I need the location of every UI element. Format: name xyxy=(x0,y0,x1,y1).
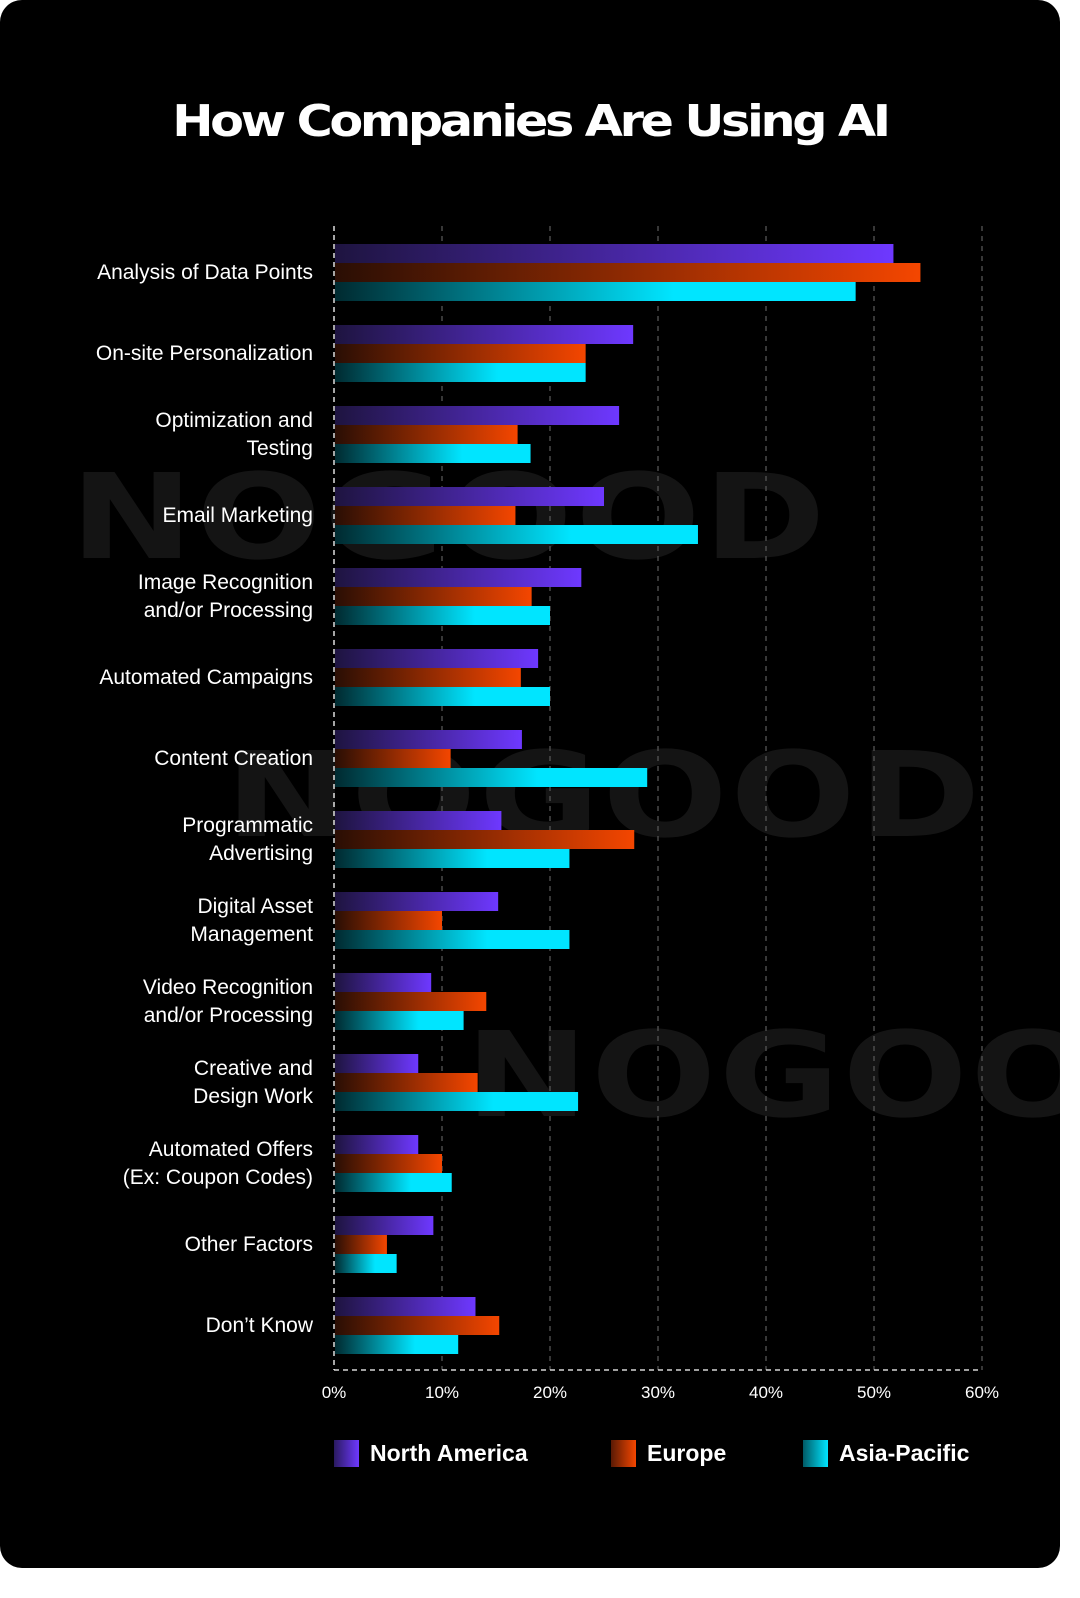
bar-asia-pacific xyxy=(335,1011,464,1030)
category-label: Optimization and Testing xyxy=(155,408,313,460)
category-label: Image Recognition and/or Processing xyxy=(137,570,313,622)
bar-north-america xyxy=(335,730,522,749)
bar-asia-pacific xyxy=(335,930,570,949)
category-label: Automated Campaigns xyxy=(99,665,313,689)
bar-north-america xyxy=(335,406,620,425)
category-label: On-site Personalization xyxy=(95,341,313,365)
bar-europe xyxy=(335,1073,478,1092)
bar-north-america xyxy=(335,649,539,668)
x-tick-label: 60% xyxy=(965,1383,999,1402)
bar-north-america xyxy=(335,1216,434,1235)
bar-north-america xyxy=(335,1297,476,1316)
category-label: Content Creation xyxy=(154,746,313,770)
x-tick-label: 30% xyxy=(641,1383,675,1402)
category-label: Email Marketing xyxy=(162,503,313,527)
legend-label: Asia-Pacific xyxy=(839,1440,970,1466)
bar-europe xyxy=(335,587,532,606)
bar-north-america xyxy=(335,892,499,911)
bar-north-america xyxy=(335,487,604,506)
category-label: Digital Asset Management xyxy=(190,894,313,946)
legend-item-north-america: North America xyxy=(334,1440,528,1467)
bar-asia-pacific xyxy=(335,606,550,625)
x-tick-label: 10% xyxy=(425,1383,459,1402)
x-tick-label: 20% xyxy=(533,1383,567,1402)
x-tick-label: 50% xyxy=(857,1383,891,1402)
legend-swatch xyxy=(334,1440,359,1467)
bar-europe xyxy=(335,344,586,363)
x-tick-label: 40% xyxy=(749,1383,783,1402)
bar-europe xyxy=(335,830,635,849)
legend-label: Europe xyxy=(647,1440,727,1466)
bar-asia-pacific xyxy=(335,1254,397,1273)
legend-item-europe: Europe xyxy=(611,1440,726,1467)
bar-north-america xyxy=(335,1054,419,1073)
bar-north-america xyxy=(335,973,432,992)
bar-europe xyxy=(335,911,442,930)
bar-europe xyxy=(335,1235,387,1254)
legend: North America Europe Asia-Pacific xyxy=(0,1440,1060,1474)
bar-asia-pacific xyxy=(335,1173,452,1192)
bar-chart: 0% 10% 20% 30% 40% 50% 60% xyxy=(322,226,999,1402)
category-label: Video Recognition and/or Processing xyxy=(142,975,313,1027)
bar-asia-pacific xyxy=(335,768,648,787)
bar-asia-pacific xyxy=(335,444,531,463)
bar-asia-pacific xyxy=(335,687,550,706)
category-label: Creative and Design Work xyxy=(193,1056,313,1108)
bar-north-america xyxy=(335,1135,419,1154)
category-label: Programmatic Advertising xyxy=(182,813,313,865)
legend-swatch xyxy=(611,1440,636,1467)
bar-europe xyxy=(335,749,451,768)
bar-europe xyxy=(335,1316,500,1335)
x-tick-label: 0% xyxy=(322,1383,347,1402)
bar-asia-pacific xyxy=(335,363,586,382)
legend-label: North America xyxy=(370,1440,528,1466)
bar-north-america xyxy=(335,244,894,263)
bar-europe xyxy=(335,668,521,687)
bar-asia-pacific xyxy=(335,1335,459,1354)
bar-asia-pacific xyxy=(335,525,698,544)
bar-europe xyxy=(335,1154,442,1173)
legend-swatch xyxy=(803,1440,828,1467)
chart-card: NOGOOD NOGOOD NOGOOD How Companies Are U… xyxy=(0,0,1060,1568)
category-label: Automated Offers (Ex: Coupon Codes) xyxy=(122,1137,313,1189)
bar-asia-pacific xyxy=(335,282,856,301)
bar-europe xyxy=(335,992,487,1011)
bar-europe xyxy=(335,506,516,525)
bar-europe xyxy=(335,425,518,444)
bar-north-america xyxy=(335,325,634,344)
bar-europe xyxy=(335,263,921,282)
bar-north-america xyxy=(335,568,582,587)
bar-asia-pacific xyxy=(335,1092,579,1111)
legend-item-asia-pacific: Asia-Pacific xyxy=(803,1440,969,1467)
category-label: Don’t Know xyxy=(205,1313,313,1337)
bar-north-america xyxy=(335,811,502,830)
category-label: Other Factors xyxy=(184,1232,313,1256)
category-label: Analysis of Data Points xyxy=(97,260,313,284)
bar-asia-pacific xyxy=(335,849,570,868)
